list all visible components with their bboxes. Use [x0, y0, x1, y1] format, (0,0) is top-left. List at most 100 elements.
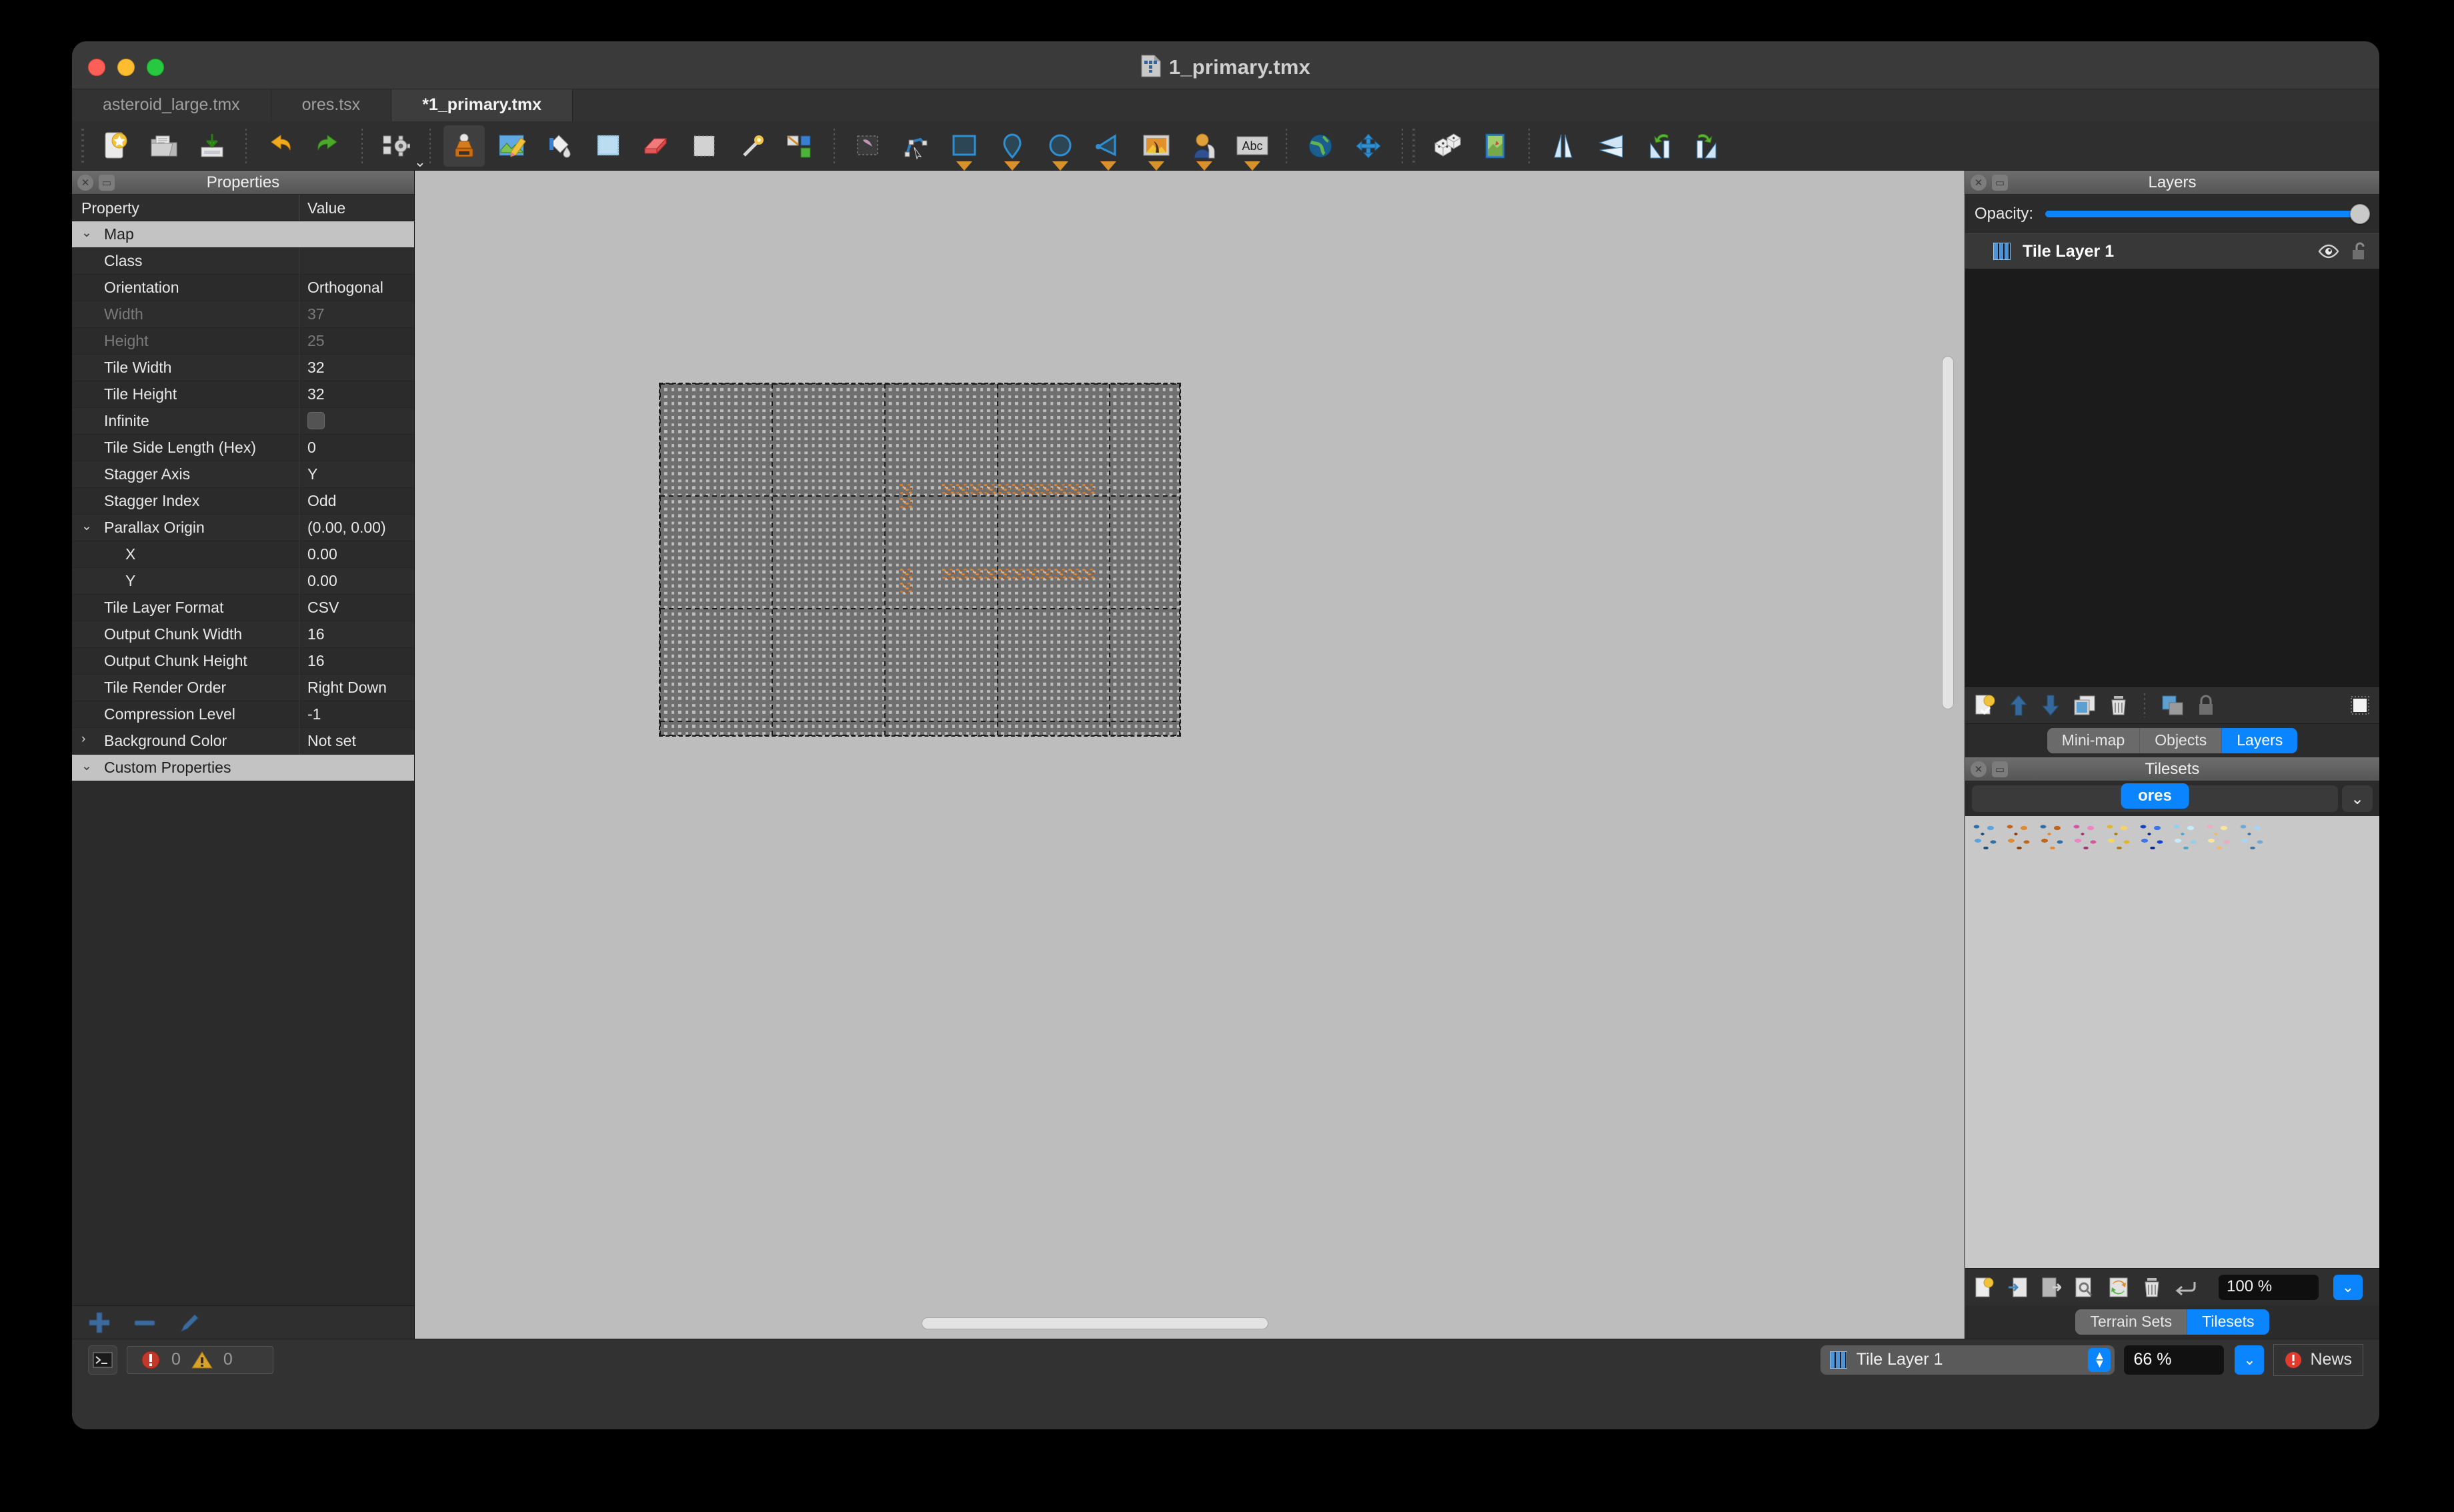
flip-horizontal-icon[interactable]	[1542, 125, 1584, 167]
close-dock-icon[interactable]: ✕	[1971, 761, 1987, 777]
canvas-vertical-scrollbar[interactable]	[1942, 356, 1954, 709]
move-layer-down-icon[interactable]	[2041, 694, 2060, 717]
eraser-icon[interactable]	[636, 125, 677, 167]
chevron-down-icon[interactable]	[1196, 161, 1212, 171]
duplicate-layer-icon[interactable]	[2073, 695, 2096, 716]
chevron-down-icon[interactable]: ⌄	[2342, 785, 2373, 812]
insert-point-icon[interactable]	[992, 125, 1033, 171]
replace-tileset-icon[interactable]	[2108, 1277, 2129, 1298]
magic-wand-icon[interactable]	[732, 125, 773, 167]
export-tileset-icon[interactable]	[2041, 1277, 2061, 1298]
layer-stepper[interactable]: ▲ ▼	[2088, 1347, 2111, 1372]
tileset-tile-amethyst-ore[interactable]	[2069, 820, 2103, 853]
property-row-infinite[interactable]: Infinite	[72, 407, 414, 435]
property-value[interactable]	[299, 247, 414, 275]
property-value[interactable]: 37	[299, 301, 414, 328]
chevron-down-icon[interactable]	[1004, 161, 1020, 171]
chevron-down-icon[interactable]: ⌄	[2235, 1345, 2265, 1375]
property-row-y[interactable]: Y 0.00	[72, 567, 414, 595]
add-property-icon[interactable]	[88, 1311, 111, 1334]
property-row-x[interactable]: X 0.00	[72, 541, 414, 568]
layers-list[interactable]: Tile Layer 1	[1965, 233, 2379, 687]
property-value[interactable]: 0.00	[299, 541, 414, 568]
float-dock-icon[interactable]: ▭	[1992, 175, 2008, 191]
select-objects-icon[interactable]	[848, 125, 889, 167]
canvas-zoom-value[interactable]: 66 %	[2124, 1345, 2225, 1375]
overlay-map-icon[interactable]	[1474, 125, 1516, 167]
remove-tileset-icon[interactable]	[2143, 1277, 2161, 1298]
property-value[interactable]: Not set	[299, 727, 414, 755]
property-row-tile-render-order[interactable]: Tile Render Order Right Down	[72, 674, 414, 701]
remove-property-icon[interactable]	[133, 1318, 156, 1327]
property-value[interactable]: Y	[299, 461, 414, 488]
tab-mini-map[interactable]: Mini-map	[2047, 728, 2141, 753]
news-button[interactable]: News	[2273, 1343, 2363, 1376]
property-row-parallax-origin[interactable]: ⌄ Parallax Origin (0.00, 0.00)	[72, 514, 414, 541]
property-value[interactable]	[299, 407, 414, 435]
tab-layers[interactable]: Layers	[2222, 728, 2298, 753]
document-tab-0[interactable]: asteroid_large.tmx	[72, 89, 271, 121]
embed-tileset-icon[interactable]	[2008, 1277, 2028, 1298]
tab-terrain-sets[interactable]: Terrain Sets	[2075, 1309, 2188, 1335]
property-row-tile-height[interactable]: Tile Height 32	[72, 381, 414, 408]
pan-tool-icon[interactable]	[1348, 125, 1389, 167]
new-map-icon[interactable]: ⌄	[95, 125, 137, 177]
property-value[interactable]: 25	[299, 327, 414, 355]
close-dock-icon[interactable]: ✕	[77, 175, 93, 191]
tileset-tile-cobalt-ore[interactable]	[2136, 820, 2169, 853]
random-mode-icon[interactable]	[1426, 125, 1468, 167]
property-value[interactable]: 32	[299, 381, 414, 408]
chevron-down-icon[interactable]	[1100, 161, 1116, 171]
terrain-brush-icon[interactable]	[491, 125, 533, 167]
insert-polygon-icon[interactable]	[1088, 125, 1129, 171]
opacity-slider[interactable]	[2045, 204, 2370, 224]
property-row-class[interactable]: Class	[72, 247, 414, 275]
document-tab-2[interactable]: *1_primary.tmx	[391, 89, 573, 121]
tileset-tile-iron-ore[interactable]	[1969, 820, 2003, 853]
float-dock-icon[interactable]: ▭	[99, 175, 115, 191]
new-tileset-icon[interactable]	[1975, 1277, 1995, 1298]
open-folder-icon[interactable]	[143, 125, 185, 167]
edit-property-icon[interactable]	[179, 1311, 201, 1334]
chevron-down-icon[interactable]	[1148, 161, 1164, 171]
stamp-brush-icon[interactable]	[443, 125, 485, 167]
property-value[interactable]: CSV	[299, 594, 414, 621]
property-row-height[interactable]: Height 25	[72, 327, 414, 355]
flip-vertical-icon[interactable]	[1590, 125, 1632, 167]
world-tool-icon[interactable]	[1300, 125, 1341, 167]
edit-polygons-icon[interactable]	[896, 125, 937, 167]
shape-fill-icon[interactable]	[587, 125, 629, 167]
new-layer-icon[interactable]	[1975, 694, 1996, 717]
terminal-icon[interactable]	[88, 1345, 117, 1375]
chevron-down-icon[interactable]: ⌄	[81, 759, 92, 774]
rectangular-select-icon[interactable]	[684, 125, 725, 167]
tab-objects[interactable]: Objects	[2140, 728, 2223, 753]
property-value[interactable]: Odd	[299, 487, 414, 515]
tileset-tile-crystal-ore[interactable]	[2203, 820, 2236, 853]
tileset-tile-ice-ore[interactable]	[2169, 820, 2203, 853]
chevron-down-icon[interactable]: ⌄	[81, 519, 92, 534]
property-row-tile-width[interactable]: Tile Width 32	[72, 354, 414, 381]
tileset-tile-mixed-ore[interactable]	[2036, 820, 2069, 853]
chevron-down-icon[interactable]	[1244, 161, 1260, 171]
insert-rectangle-icon[interactable]	[944, 125, 985, 171]
property-row-width[interactable]: Width 37	[72, 301, 414, 328]
opacity-slider-handle[interactable]	[2350, 204, 2370, 224]
property-value[interactable]: 16	[299, 621, 414, 648]
property-row-orientation[interactable]: Orientation Orthogonal	[72, 274, 414, 301]
close-dock-icon[interactable]: ✕	[1971, 175, 1987, 191]
map-properties-icon[interactable]: ⌄	[375, 125, 426, 169]
tab-tilesets[interactable]: Tilesets	[2187, 1309, 2269, 1335]
property-row-custom-properties[interactable]: ⌄ Custom Properties	[72, 755, 414, 781]
property-value[interactable]	[299, 221, 414, 248]
delete-layer-icon[interactable]	[2109, 695, 2128, 716]
tileset-tile-copper-ore[interactable]	[2003, 820, 2036, 853]
wrap-icon[interactable]	[2175, 1279, 2196, 1295]
tileset-tab-ores[interactable]: ores	[2121, 783, 2189, 809]
merge-layer-down-icon[interactable]	[2161, 695, 2184, 716]
property-row-stagger-axis[interactable]: Stagger Axis Y	[72, 461, 414, 488]
insert-image-icon[interactable]	[1136, 125, 1177, 171]
property-row-tile-layer-format[interactable]: Tile Layer Format CSV	[72, 594, 414, 621]
property-value[interactable]	[299, 755, 414, 781]
property-value[interactable]: Right Down	[299, 674, 414, 701]
